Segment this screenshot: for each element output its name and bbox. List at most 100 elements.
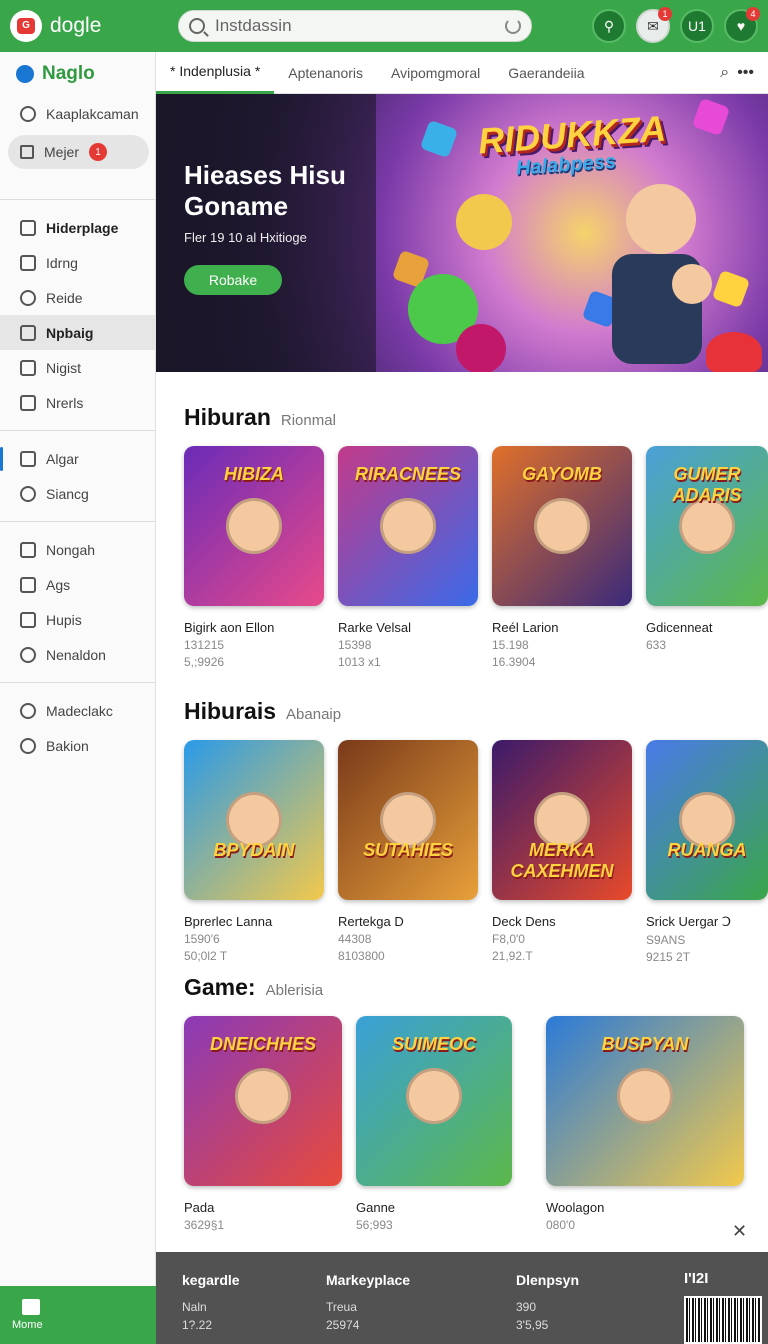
character-face [534,498,590,554]
sidebar-item-label: Nenaldon [46,646,106,663]
sidebar-item-nigist[interactable]: Nigist [0,350,155,385]
game-card[interactable]: GUMER ADARIS Gdicenneat 633 [646,446,768,652]
gift-button[interactable]: ♥ 4 [724,7,760,43]
tab-3[interactable]: Avipomgmoral [377,52,494,94]
game-thumbnail[interactable]: RUANGA [646,740,768,900]
sidebar-item-nenaldon[interactable]: Nenaldon [0,637,155,672]
tab-bar: * Indenplusia * Aptenanoris Avipomgmoral Ga… [156,52,768,94]
game-name[interactable]: Srick Uergar Ↄ [646,914,768,930]
sidebar-item-ags[interactable]: Ags [0,567,155,602]
search-bar[interactable] [178,10,532,42]
sidebar-item-bakion[interactable]: Bakion [0,728,155,763]
game-card[interactable]: SUTAHIES Rertekga D 44308 8103800 [338,740,478,963]
sidebar-item-label: Mejer [44,144,80,160]
game-thumbnail[interactable]: SUIMEOC [356,1016,512,1186]
game-thumbnail[interactable]: SUTAHIES [338,740,478,900]
more-icon[interactable]: ••• [737,64,754,82]
app-logo-icon: G [10,10,42,42]
tab-4[interactable]: Gaerandeiia [494,52,598,94]
game-name[interactable]: Ganne [356,1200,512,1215]
game-thumbnail[interactable]: GAYOMB [492,446,632,606]
gift-icon: ♥ [736,18,746,34]
check-icon [20,611,36,628]
sidebar-item-hiderplage[interactable]: Hiderplage [0,210,155,245]
search-input[interactable] [215,16,505,36]
sidebar-item-reide[interactable]: Reide [0,280,155,315]
character-head-2 [672,264,712,304]
game-meta: S9ANS [646,933,686,947]
game-thumbnail[interactable]: DNEICHHES [184,1016,342,1186]
hero-cta-button[interactable]: Robake [184,265,282,295]
footer-heading[interactable]: Markeyplace [326,1272,410,1288]
hero-subtitle: Fler 19 10 al Hxitioge [184,230,307,245]
decor-cube [419,119,459,159]
sidebar-item-nrerls[interactable]: Nrerls [0,385,155,420]
game-name[interactable]: Rertekga D [338,914,478,929]
chat-button[interactable]: ✉ 1 [636,7,672,43]
section-title: Hiburais Abanaip [184,698,341,725]
game-thumbnail[interactable]: HIBIZA [184,446,324,606]
controller-button[interactable]: ⚲ [592,9,626,43]
chart-icon [20,394,36,411]
sidebar-search-item[interactable]: Kaaplakcaman [0,96,155,131]
sidebar-item-hupis[interactable]: Hupis [0,602,155,637]
game-meta: 5,;9926 [184,655,225,669]
sidebar-item-label: Reide [46,289,83,306]
game-meta: 56;993 [356,1218,393,1232]
game-card[interactable]: BPYDAIN Bprerlec Lanna 1590'6 50;0l2 T [184,740,324,963]
section-subtitle[interactable]: Ablerisia [266,982,324,999]
close-icon[interactable]: ✕ [732,1221,747,1242]
sidebar-home-button[interactable]: Mome [0,1286,156,1344]
sidebar-item-algar[interactable]: Algar [0,441,155,476]
section-subtitle[interactable]: Rionmal [281,412,336,429]
footer-link[interactable]: 390 [516,1300,579,1314]
game-art-title: BUSPYAN [601,1034,689,1054]
game-card[interactable]: GAYOMB Reél Larion 15.198 16.3904 [492,446,632,669]
character-bear [456,194,512,250]
sidebar-item-nongah[interactable]: Nongah [0,532,155,567]
game-art-title: DNEICHHES [209,1034,316,1054]
game-name[interactable]: Bprerlec Lanna [184,914,324,929]
sidebar-item-npbaig[interactable]: Npbaig [0,315,155,350]
game-thumbnail[interactable]: MERKA CAXEHMEN [492,740,632,900]
game-thumbnail[interactable]: RIRACNEES [338,446,478,606]
game-name[interactable]: Deck Dens [492,914,632,929]
game-card[interactable]: RUANGA Srick Uergar Ↄ S9ANS 9215 2T [646,740,768,964]
app-brand[interactable]: G dogle [10,10,170,42]
game-card[interactable]: HIBIZA Bigirk aon Ellon 131215 5,;9926 [184,446,324,669]
tab-2[interactable]: Aptenanoris [274,52,377,94]
game-name[interactable]: Pada [184,1200,342,1215]
game-thumbnail[interactable]: GUMER ADARIS [646,446,768,606]
section-subtitle[interactable]: Abanaip [286,706,341,723]
game-name[interactable]: Reél Larion [492,620,632,635]
sidebar-item-siancg[interactable]: Siancg [0,476,155,511]
search-icon[interactable]: ⌕ [720,64,729,82]
game-card[interactable]: SUIMEOC Ganne 56;993 [356,1016,512,1232]
game-name[interactable]: Gdicenneat [646,620,768,635]
sidebar-item-idrng[interactable]: Idrng [0,245,155,280]
game-art-title: RUANGA [667,840,747,860]
footer-heading[interactable]: Dlenpsyn [516,1272,579,1288]
footer-heading[interactable]: kegardle [182,1272,240,1288]
user-button[interactable]: U1 [680,9,714,43]
game-name[interactable]: Rarke Velsal [338,620,478,635]
game-card[interactable]: BUSPYAN Woolagon 080'0 [546,1016,744,1232]
hero-banner[interactable]: RIDUKKZA Halabpess Hieases Hisu Goname F… [156,94,768,372]
game-card[interactable]: MERKA CAXEHMEN Deck Dens F8,0'0 21,92.T [492,740,632,963]
game-thumbnail[interactable]: BPYDAIN [184,740,324,900]
mail-icon [20,576,36,593]
refresh-icon[interactable] [505,18,521,34]
footer-link[interactable]: Treua [326,1300,410,1314]
tab-1[interactable]: * Indenplusia * [156,52,275,94]
game-card[interactable]: DNEICHHES Pada 3629§1 [184,1016,342,1232]
game-name[interactable]: Bigirk aon Ellon [184,620,324,635]
game-card[interactable]: RIRACNEES Rarke Velsal 15398 1013 x1 [338,446,478,669]
game-name[interactable]: Woolagon [546,1200,744,1215]
game-thumbnail[interactable]: BUSPYAN [546,1016,744,1186]
sidebar-item-madeclakc[interactable]: Madeclakc [0,693,155,728]
character-face [226,498,282,554]
sidebar-brand[interactable]: Naglo [0,52,155,96]
box-icon [20,145,34,159]
sidebar-pill-item[interactable]: Mejer 1 [8,135,149,169]
footer-link[interactable]: Naln [182,1300,240,1314]
